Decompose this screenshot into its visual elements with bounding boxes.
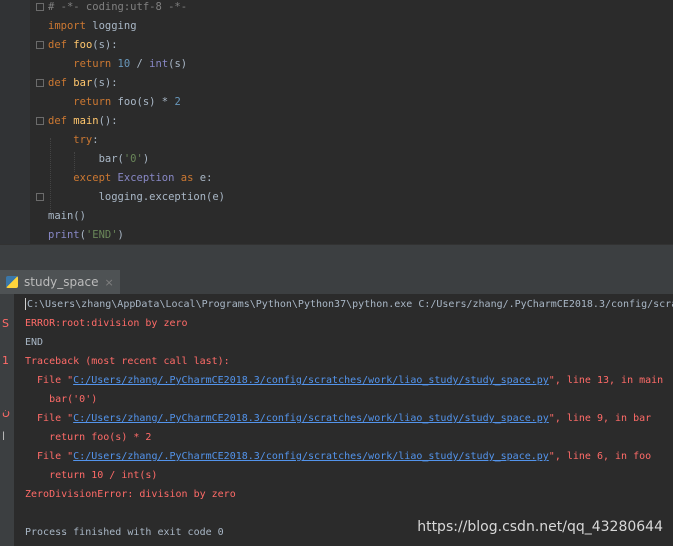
code-token: main	[73, 115, 99, 127]
process-finished-line: Process finished with exit code 0	[25, 527, 224, 538]
code-token: foo(s) *	[117, 96, 175, 108]
watermark: https://blog.csdn.net/qq_43280644	[417, 519, 663, 535]
exception-line: ZeroDivisionError: division by zero	[25, 489, 236, 500]
code-editor[interactable]: # -*- coding:utf-8 -*- import logging def …	[0, 0, 673, 244]
code-token: except	[48, 172, 118, 184]
code-line[interactable]: def bar(s):	[48, 74, 118, 93]
traceback-frame: File "C:/Users/zhang/.PyCharmCE2018.3/co…	[25, 375, 664, 386]
code-token: return	[48, 96, 118, 108]
code-token: '0'	[123, 153, 143, 165]
console-error-root: ERROR:root:division by zero	[25, 318, 188, 329]
traceback-file-link[interactable]: C:/Users/zhang/.PyCharmCE2018.3/config/s…	[73, 451, 549, 462]
code-token: # -*- coding:utf-8 -*-	[48, 1, 188, 13]
traceback-code: return foo(s) * 2	[25, 432, 152, 443]
console-toolbar: S 1 ن ا	[0, 294, 14, 546]
code-line[interactable]: return 10 / int(s)	[48, 55, 187, 74]
code-token: (s)	[168, 58, 188, 70]
code-token: :	[92, 134, 99, 146]
code-token: 2	[174, 96, 181, 108]
side-glyph[interactable]: S	[2, 317, 9, 330]
side-glyph[interactable]: ن	[2, 405, 10, 418]
code-line[interactable]: except Exception as e:	[48, 169, 212, 188]
code-token: import	[48, 20, 86, 32]
text-caret	[25, 298, 26, 310]
code-line[interactable]: bar('0')	[48, 150, 150, 169]
side-glyph[interactable]: 1	[2, 354, 9, 367]
fold-marker-icon[interactable]	[36, 193, 44, 201]
code-token: return	[48, 58, 118, 70]
code-token: print	[48, 229, 80, 241]
editor-gutter	[0, 0, 30, 244]
traceback-file-link[interactable]: C:/Users/zhang/.PyCharmCE2018.3/config/s…	[73, 413, 549, 424]
console-end-output: END	[25, 337, 44, 348]
fold-marker-icon[interactable]	[36, 117, 44, 125]
code-token: int	[149, 58, 169, 70]
code-line[interactable]: print('END')	[48, 226, 124, 245]
console-command-line: C:\Users\zhang\AppData\Local\Programs\Py…	[25, 295, 673, 314]
run-console[interactable]: S 1 ن ا C:\Users\zhang\AppData\Local\Pro…	[0, 294, 673, 546]
code-token: def	[48, 39, 74, 51]
code-token: def	[48, 77, 74, 89]
traceback-code: bar('0')	[25, 394, 98, 405]
traceback-file-link[interactable]: C:/Users/zhang/.PyCharmCE2018.3/config/s…	[73, 375, 549, 386]
code-token: 'END'	[85, 229, 118, 241]
panel-splitter[interactable]	[0, 244, 673, 271]
code-token: e:	[199, 172, 213, 184]
code-token: logging.exception(e)	[48, 191, 226, 203]
command-text: C:\Users\zhang\AppData\Local\Programs\Py…	[27, 299, 673, 310]
code-token: (s):	[92, 77, 118, 89]
traceback-header: Traceback (most recent call last):	[25, 356, 230, 367]
code-token: main()	[48, 210, 86, 222]
code-token: as	[174, 172, 200, 184]
code-token: 10	[117, 58, 131, 70]
fold-marker-icon[interactable]	[36, 41, 44, 49]
code-line[interactable]: # -*- coding:utf-8 -*-	[48, 0, 187, 17]
code-token: )	[117, 229, 124, 241]
side-glyph[interactable]: ا	[2, 430, 5, 443]
code-token: )	[142, 153, 150, 165]
close-icon[interactable]: ×	[104, 276, 113, 289]
code-line[interactable]: logging.exception(e)	[48, 188, 225, 207]
traceback-frame: File "C:/Users/zhang/.PyCharmCE2018.3/co…	[25, 451, 652, 462]
fold-marker-icon[interactable]	[36, 79, 44, 87]
code-line[interactable]: import logging	[48, 17, 137, 36]
run-tool-header: study_space ×	[0, 270, 673, 295]
code-line[interactable]: try:	[48, 131, 99, 150]
python-icon	[6, 276, 18, 288]
code-token: bar	[73, 77, 93, 89]
code-line[interactable]: def foo(s):	[48, 36, 118, 55]
code-token: try	[48, 134, 93, 146]
code-token: ():	[98, 115, 118, 127]
code-token: bar(	[48, 153, 124, 165]
code-token: /	[130, 58, 150, 70]
run-tab-study-space[interactable]: study_space ×	[0, 270, 120, 294]
code-token: foo	[73, 39, 93, 51]
code-line[interactable]: return foo(s) * 2	[48, 93, 181, 112]
traceback-frame: File "C:/Users/zhang/.PyCharmCE2018.3/co…	[25, 413, 652, 424]
traceback-code: return 10 / int(s)	[25, 470, 158, 481]
code-token: (s):	[92, 39, 118, 51]
code-line[interactable]: main()	[48, 207, 86, 226]
run-tab-label: study_space	[24, 275, 99, 289]
fold-marker-icon[interactable]	[36, 3, 44, 11]
code-token: logging	[85, 20, 137, 32]
code-token: Exception	[117, 172, 175, 184]
code-token: def	[48, 115, 74, 127]
code-line[interactable]: def main():	[48, 112, 118, 131]
